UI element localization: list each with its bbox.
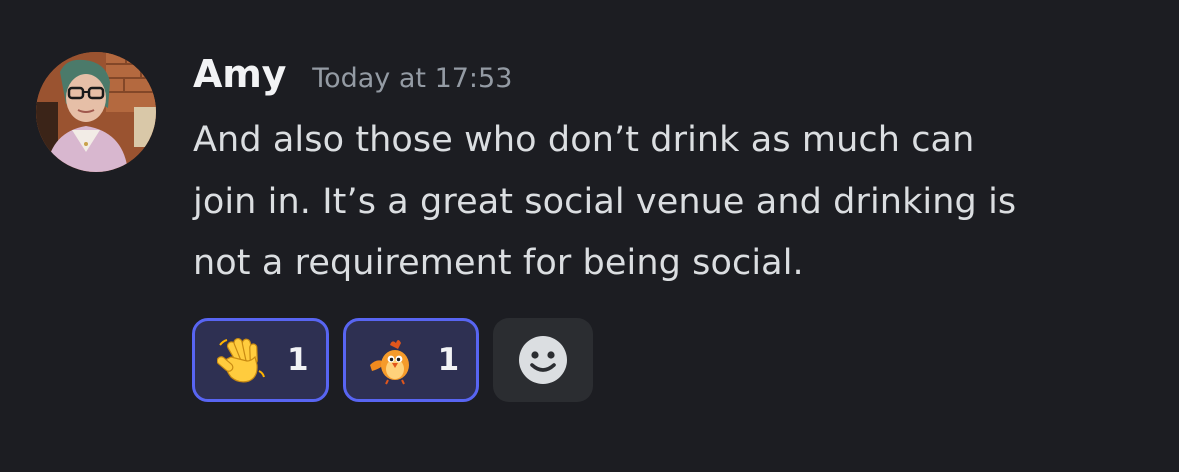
reaction-bird-mascot[interactable]: 1 [342,318,480,402]
add-reaction-button[interactable] [493,318,594,402]
user-avatar[interactable] [36,52,156,172]
reaction-waving-hand[interactable]: 1 [192,318,329,402]
message-line: And also those who don’t drink as much c… [193,120,975,160]
reaction-count: 1 [437,342,460,378]
message-header: Amy Today at 17:53 [193,52,512,100]
avatar-photo-icon [36,52,156,172]
waving-hand-icon [217,337,265,383]
smiley-face-icon [519,336,568,384]
message-body: And also those who don’t drink as much c… [193,110,1153,295]
author-name[interactable]: Amy [193,52,286,96]
chat-message: Amy Today at 17:53 And also those who do… [0,0,1179,472]
bird-mascot-icon [369,340,409,385]
message-line: join in. It’s a great social venue and d… [193,181,1017,222]
reaction-count: 1 [287,342,309,378]
message-timestamp: Today at 17:53 [312,63,513,94]
message-line: not a requirement for being social. [193,243,804,283]
reaction-bar: 1 1 [192,318,594,402]
